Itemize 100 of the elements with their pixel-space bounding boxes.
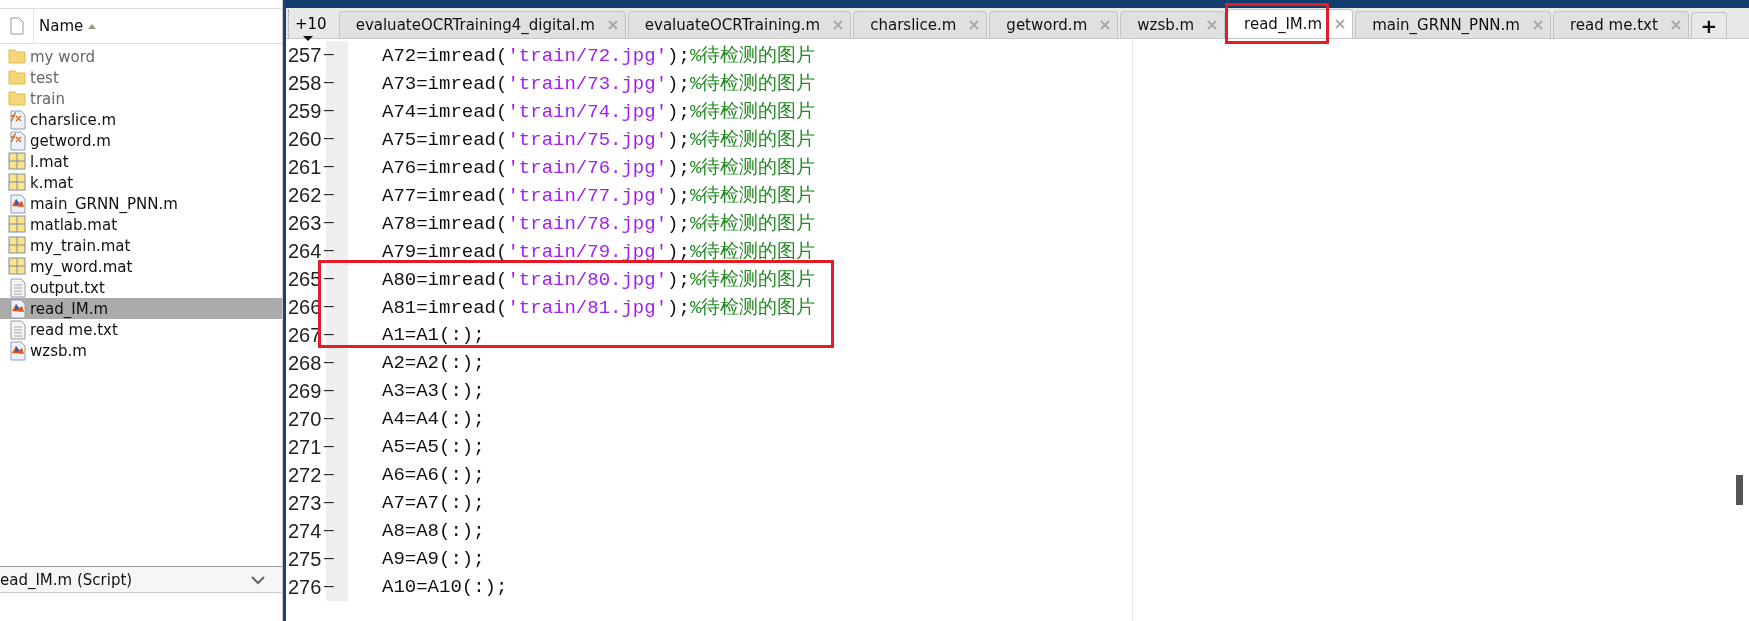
line-number: 261: [287, 155, 322, 179]
details-header[interactable]: ead_IM.m (Script): [0, 566, 282, 593]
script-file-icon: [8, 340, 26, 361]
file-item[interactable]: charslice.m: [0, 109, 282, 130]
editor-tab[interactable]: evaluateOCRTraining4_digital.m: [338, 11, 626, 38]
line-marker[interactable]: —: [324, 326, 334, 344]
file-item[interactable]: main_GRNN_PNN.m: [0, 193, 282, 214]
line-marker[interactable]: —: [324, 186, 334, 204]
line-marker[interactable]: —: [324, 102, 334, 120]
folder-icon: [8, 46, 26, 67]
line-marker[interactable]: —: [324, 130, 334, 148]
code-line: A80=imread('train/80.jpg');%待检测的图片: [381, 268, 816, 292]
editor-tab[interactable]: wzsb.m: [1120, 11, 1226, 38]
editor-tab[interactable]: getword.m: [989, 11, 1119, 38]
editor-tab[interactable]: read_IM.m: [1227, 9, 1354, 38]
code-line: A10=A10(:);: [381, 576, 508, 598]
line-number: 263: [287, 211, 322, 235]
close-icon: [968, 19, 981, 31]
line-number: 272: [287, 463, 322, 487]
grid-icon: [8, 172, 26, 193]
file-item[interactable]: my word: [0, 46, 282, 67]
code-line: A7=A7(:);: [381, 492, 485, 514]
file-item[interactable]: read me.txt: [0, 319, 282, 340]
file-item[interactable]: l.mat: [0, 151, 282, 172]
line-marker[interactable]: —: [324, 410, 334, 428]
close-icon: [1669, 19, 1682, 31]
line-number: 258: [287, 71, 322, 95]
file-item[interactable]: matlab.mat: [0, 214, 282, 235]
editor-tab[interactable]: charslice.m: [853, 11, 988, 38]
code-line: A73=imread('train/73.jpg');%待检测的图片: [381, 72, 816, 96]
file-item[interactable]: test: [0, 67, 282, 88]
line-number: 269: [287, 379, 322, 403]
file-item[interactable]: read_IM.m: [0, 298, 282, 319]
file-item[interactable]: getword.m: [0, 130, 282, 151]
function-file-icon: [8, 109, 26, 130]
scrollbar-thumb[interactable]: [1736, 475, 1743, 505]
file-item[interactable]: my_train.mat: [0, 235, 282, 256]
code-line: A79=imread('train/79.jpg');%待检测的图片: [381, 240, 816, 264]
folder-icon: [8, 67, 26, 88]
code-line: A75=imread('train/75.jpg');%待检测的图片: [381, 128, 816, 152]
line-marker[interactable]: —: [324, 438, 334, 456]
line-marker[interactable]: —: [324, 382, 334, 400]
close-icon: [832, 19, 845, 31]
file-item[interactable]: my_word.mat: [0, 256, 282, 277]
line-number: 275: [287, 547, 322, 571]
line-marker[interactable]: —: [324, 298, 334, 316]
script-file-icon: [8, 193, 26, 214]
line-marker[interactable]: —: [324, 578, 334, 596]
script-file-icon: [8, 298, 26, 319]
line-number: 273: [287, 491, 322, 515]
code-line: A78=imread('train/78.jpg');%待检测的图片: [381, 212, 816, 236]
line-marker[interactable]: —: [324, 522, 334, 540]
editor-tab[interactable]: evaluateOCRTraining.m: [627, 11, 852, 38]
grid-icon: [8, 214, 26, 235]
code-line: A74=imread('train/74.jpg');%待检测的图片: [381, 100, 816, 124]
text-file-icon: [8, 277, 26, 298]
dropdown-icon: [303, 36, 313, 41]
file-item[interactable]: output.txt: [0, 277, 282, 298]
file-icon: [8, 17, 25, 35]
line-marker[interactable]: —: [324, 214, 334, 232]
function-file-icon: [8, 130, 26, 151]
line-number: 259: [287, 99, 322, 123]
line-marker[interactable]: —: [324, 354, 334, 372]
grid-icon: [8, 235, 26, 256]
close-icon: [1206, 19, 1219, 31]
line-number: 257: [287, 43, 322, 67]
line-marker[interactable]: —: [324, 270, 334, 288]
code-line: A8=A8(:);: [381, 520, 485, 542]
code-line: A77=imread('train/77.jpg');%待检测的图片: [381, 184, 816, 208]
line-number: 276: [287, 575, 322, 599]
folder-icon: [8, 88, 26, 109]
line-marker[interactable]: —: [324, 550, 334, 568]
close-icon: [606, 19, 619, 31]
line-number: 264: [287, 239, 322, 263]
text-file-icon: [8, 319, 26, 340]
column-title: Name: [39, 17, 84, 35]
line-number: 270: [287, 407, 322, 431]
close-icon: [1532, 19, 1544, 31]
line-marker[interactable]: —: [324, 158, 334, 176]
line-number: 260: [287, 127, 322, 151]
file-item[interactable]: wzsb.m: [0, 340, 282, 361]
line-marker[interactable]: —: [324, 242, 334, 260]
file-item[interactable]: k.mat: [0, 172, 282, 193]
line-marker[interactable]: —: [324, 466, 334, 484]
editor-tab[interactable]: main_GRNN_PNN.m: [1355, 11, 1551, 38]
column-header[interactable]: Name: [0, 8, 282, 44]
code-line: A4=A4(:);: [381, 408, 485, 430]
line-marker[interactable]: —: [324, 494, 334, 512]
line-number: 274: [287, 519, 322, 543]
line-number: 271: [287, 435, 322, 459]
file-item[interactable]: train: [0, 88, 282, 109]
details-title: ead_IM.m (Script): [0, 570, 133, 589]
new-tab-button[interactable]: +: [1690, 12, 1727, 38]
code-line: A81=imread('train/81.jpg');%待检测的图片: [381, 296, 816, 320]
line-marker[interactable]: —: [324, 74, 334, 92]
line-number: 268: [287, 351, 322, 375]
code-line: A5=A5(:);: [381, 436, 485, 458]
editor-tab[interactable]: read me.txt: [1553, 11, 1689, 38]
line-marker[interactable]: —: [324, 46, 334, 64]
code-line: A2=A2(:);: [381, 352, 485, 374]
